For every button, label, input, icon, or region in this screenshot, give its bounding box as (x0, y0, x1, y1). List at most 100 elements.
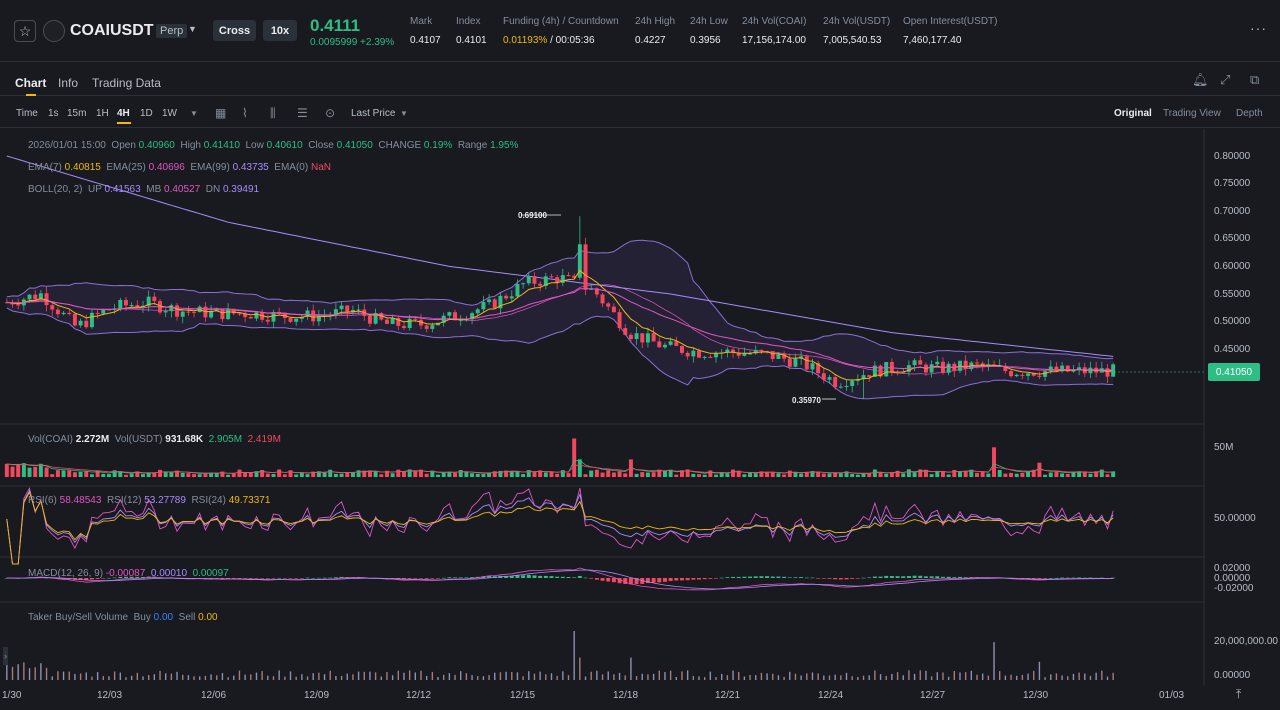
volume-bar (197, 474, 202, 477)
candle-body (186, 311, 191, 313)
boll-band-fill (6, 240, 1114, 399)
volume-bar (594, 469, 599, 477)
volume-bar (543, 472, 548, 477)
candle-body (538, 283, 543, 286)
candle-body (78, 320, 83, 326)
macd-histogram-bar (946, 576, 951, 578)
macd-histogram-bar (271, 578, 276, 579)
macd-histogram-bar (583, 577, 588, 579)
volume-bar (731, 469, 736, 477)
volume-bar (697, 474, 701, 477)
candle-body (384, 319, 389, 324)
volume-bar (16, 464, 21, 477)
macd-histogram-bar (566, 577, 571, 578)
volume-bar (158, 469, 163, 477)
boll-label: BOLL(20, 2) (28, 184, 83, 195)
scale-toggle-icon[interactable]: ⤒ (1236, 687, 1241, 702)
macd-histogram-bar (838, 578, 843, 580)
candle-body (776, 354, 781, 359)
volume-bar (67, 470, 72, 477)
volume-bar (339, 473, 344, 477)
macd-histogram-bar (265, 578, 270, 579)
candle-body (827, 377, 832, 380)
candle-body (640, 333, 645, 343)
x-tick: 12/30 (1023, 690, 1049, 701)
macd-histogram-bar (731, 576, 736, 578)
macd-histogram-bar (935, 576, 940, 578)
volume-bar (243, 472, 248, 477)
candle-body (810, 363, 815, 370)
volume-bar (299, 472, 304, 477)
macd-histogram-bar (464, 577, 469, 579)
macd-histogram-bar (725, 577, 730, 578)
macd-histogram-bar (243, 578, 248, 579)
volume-bar (27, 467, 32, 477)
volume-bar (708, 470, 713, 477)
volume-bar (532, 472, 537, 477)
volume-bar (606, 470, 611, 477)
macd-histogram-bar (793, 577, 798, 578)
candle-body (265, 319, 270, 322)
macd-legend: MACD(12, 26, 9) -0.00087 0.00010 0.00097 (28, 568, 229, 579)
volume-bar (782, 474, 787, 477)
candle-body (407, 318, 412, 329)
candle-body (118, 299, 123, 309)
macd-histogram-bar (906, 576, 911, 578)
macd-histogram-bar (441, 577, 446, 579)
candle-body (129, 305, 134, 307)
x-tick: 1/30 (2, 690, 22, 701)
collapse-panel-icon[interactable]: › (3, 647, 8, 665)
volume-bar (611, 472, 616, 477)
volume-bar (129, 473, 134, 477)
macd-dea-value: 0.00010 (150, 568, 188, 579)
ema25-value: 0.40696 (148, 162, 185, 173)
taker-sell-value: 0.00 (198, 612, 218, 623)
macd-histogram-bar (572, 577, 577, 578)
taker-axis-tick: 0.00000 (1214, 670, 1251, 681)
x-tick: 12/21 (715, 690, 741, 701)
volume-bar (742, 474, 747, 477)
x-tick: 01/03 (1159, 690, 1185, 701)
volume-bar (674, 474, 679, 477)
candle-body (889, 361, 894, 372)
volume-bar (1082, 471, 1087, 477)
candle-body (16, 304, 21, 306)
macd-histogram-bar (719, 577, 724, 579)
volume-bar (980, 471, 985, 477)
macd-histogram-bar (526, 574, 531, 578)
high-value: 0.41410 (203, 140, 240, 151)
macd-histogram-bar (804, 577, 809, 579)
change-value: 0.19% (423, 140, 453, 151)
macd-histogram-bar (447, 577, 452, 578)
volume-bar (645, 472, 650, 477)
volume-bar (192, 474, 197, 477)
candle-body (254, 312, 259, 319)
macd-histogram-bar (753, 576, 758, 578)
x-tick: 12/09 (304, 690, 330, 701)
candle-body (294, 318, 299, 322)
volume-bar (265, 473, 270, 477)
volume-bar (481, 474, 486, 477)
volume-bar (600, 472, 605, 477)
candle-body (611, 306, 616, 313)
macd-histogram-bar (952, 577, 957, 578)
candle-body (101, 309, 106, 314)
volume-bar (322, 472, 327, 477)
candlestick-chart[interactable] (0, 0, 1280, 710)
volume-bar (1088, 473, 1093, 477)
candle-body (912, 360, 917, 366)
macd-histogram-bar (260, 578, 265, 579)
macd-histogram-bar (708, 578, 713, 579)
volume-bar (1105, 474, 1110, 477)
volume-bar (748, 473, 753, 477)
volume-bar (799, 473, 804, 477)
candle-body (401, 325, 406, 329)
candle-body (600, 294, 605, 304)
candle-body (67, 312, 72, 314)
volume-bar (294, 474, 299, 477)
macd-histogram-bar (294, 578, 299, 579)
macd-histogram-bar (855, 578, 860, 579)
macd-histogram-bar (844, 578, 849, 580)
taker-label: Taker Buy/Sell Volume (28, 612, 129, 623)
ema7-value: 0.40815 (64, 162, 101, 173)
